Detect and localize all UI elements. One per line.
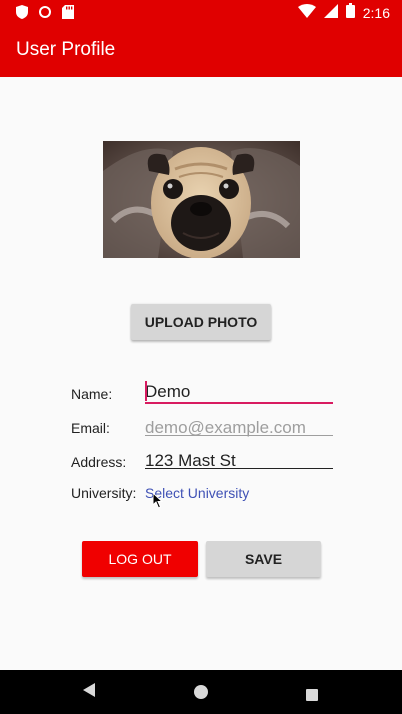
status-right-icons: 2:16 — [297, 3, 390, 22]
status-left-icons — [16, 4, 74, 23]
email-input[interactable]: demo@example.com — [145, 418, 333, 437]
battery-icon — [345, 3, 355, 22]
page-title: User Profile — [16, 39, 116, 60]
app-bar: User Profile — [0, 24, 402, 77]
name-label: Name: — [71, 386, 113, 402]
profile-photo — [103, 141, 300, 258]
home-icon[interactable] — [193, 684, 209, 704]
upload-photo-button[interactable]: UPLOAD PHOTO — [131, 304, 271, 340]
recent-apps-icon[interactable] — [306, 686, 318, 705]
university-label: University: — [71, 485, 137, 501]
logout-button[interactable]: LOG OUT — [82, 541, 198, 577]
status-bar: 2:16 — [0, 0, 402, 24]
save-button[interactable]: SAVE — [206, 541, 321, 577]
address-label: Address: — [71, 454, 127, 470]
shield-icon — [16, 4, 28, 23]
record-icon — [38, 4, 52, 23]
status-time: 2:16 — [362, 4, 390, 21]
text-cursor — [145, 381, 147, 401]
email-label: Email: — [71, 420, 110, 436]
address-input[interactable]: 123 Mast St — [145, 451, 333, 470]
sd-card-icon — [62, 4, 74, 23]
back-icon[interactable] — [82, 682, 96, 702]
mouse-pointer-icon — [152, 491, 165, 513]
navigation-bar — [0, 670, 402, 714]
signal-icon — [323, 3, 338, 22]
wifi-icon — [297, 3, 316, 22]
name-input[interactable]: Demo — [145, 382, 333, 404]
